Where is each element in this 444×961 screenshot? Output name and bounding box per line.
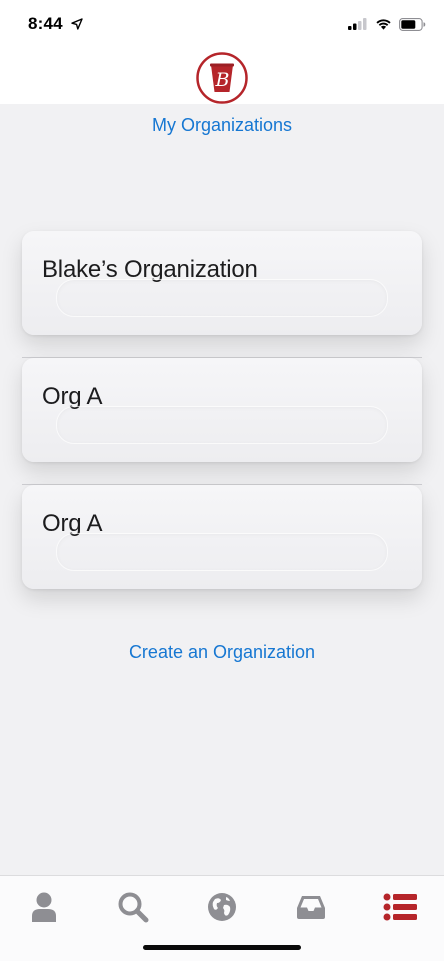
org-name: Blake’s Organization <box>42 256 258 283</box>
org-card-org-a[interactable]: Org A <box>22 358 422 462</box>
logo-letter: B <box>215 69 230 91</box>
tab-profile[interactable] <box>24 887 64 927</box>
search-icon <box>118 892 149 923</box>
globe-icon <box>208 893 236 921</box>
tab-explore[interactable] <box>202 887 242 927</box>
org-card-org-a-2[interactable]: Org A <box>22 485 422 589</box>
tab-list[interactable] <box>380 887 420 927</box>
cellular-signal-icon <box>348 18 367 30</box>
tab-inbox[interactable] <box>291 887 331 927</box>
home-indicator <box>143 945 301 950</box>
status-time: 8:44 <box>28 14 63 33</box>
wifi-icon <box>376 19 391 30</box>
org-name: Org A <box>42 383 103 410</box>
location-arrow-icon <box>71 18 83 30</box>
create-organization-link[interactable]: Create an Organization <box>0 642 444 663</box>
header-area: 8:44 B <box>0 0 444 104</box>
battery-icon <box>399 17 426 31</box>
org-name: Org A <box>42 510 103 537</box>
org-card-blakes-organization[interactable]: Blake’s Organization <box>22 231 422 335</box>
page-title: My Organizations <box>151 115 293 135</box>
person-icon <box>32 892 56 922</box>
list-icon <box>383 893 417 921</box>
status-indicators <box>348 16 426 32</box>
inbox-icon <box>297 896 325 919</box>
tab-search[interactable] <box>113 887 153 927</box>
brand-logo: B <box>196 52 248 104</box>
